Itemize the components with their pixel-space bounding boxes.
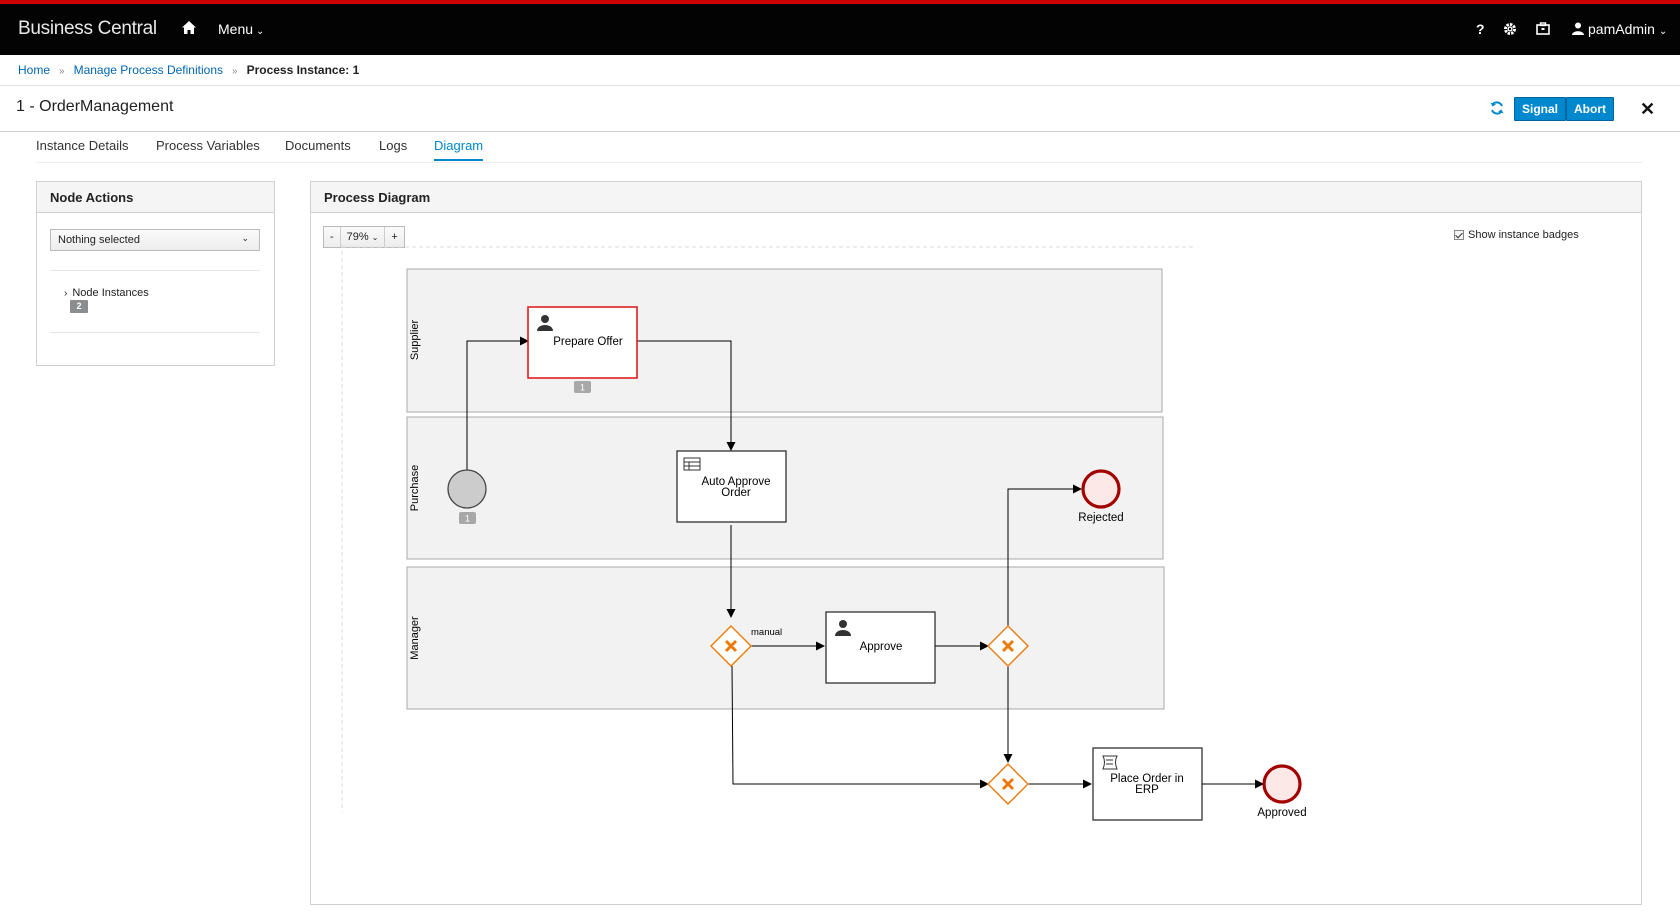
end-event-approved[interactable]: Approved: [1257, 764, 1307, 819]
task-approve[interactable]: Approve: [825, 611, 936, 684]
node-actions-title: Node Actions: [37, 182, 274, 213]
node-actions-panel: Node Actions Nothing selected ⌄ › Node In…: [36, 181, 275, 366]
node-instances-toggle[interactable]: › Node Instances: [64, 287, 149, 299]
task-prepare-offer-label: Prepare Offer: [553, 336, 623, 348]
page-title: 1 - OrderManagement: [16, 98, 174, 115]
end-event-rejected-label: Rejected: [1078, 512, 1123, 524]
close-icon[interactable]: ✕: [1640, 99, 1655, 120]
task-place-order-label-line2: ERP: [1135, 784, 1159, 796]
chevron-down-icon: ⌄: [256, 26, 265, 37]
lane-supplier-label: Supplier: [409, 319, 421, 360]
exclusive-gateway-merge[interactable]: [987, 763, 1029, 805]
end-event-rejected[interactable]: Rejected: [1078, 469, 1124, 524]
end-event-approved-label: Approved: [1257, 807, 1306, 819]
chevron-down-icon: ⌄: [1658, 26, 1668, 37]
signal-button[interactable]: Signal: [1514, 97, 1567, 121]
tab-diagram[interactable]: Diagram: [434, 138, 484, 161]
menu-label: Menu: [218, 21, 254, 37]
tab-instance-details[interactable]: Instance Details: [36, 138, 129, 159]
task-prepare-offer[interactable]: Prepare Offer: [527, 306, 638, 379]
divider: [50, 332, 260, 333]
node-select-dropdown[interactable]: Nothing selected ⌄: [50, 229, 260, 251]
task-auto-approve-label-line2: Order: [721, 487, 751, 499]
process-diagram-panel: Process Diagram - 79% ⌄ + Show instance b…: [310, 181, 1642, 905]
lane-manager[interactable]: Manager: [406, 566, 1165, 710]
breadcrumb-separator-icon: »: [232, 66, 238, 77]
prepare-offer-badge-count: 1: [580, 383, 585, 393]
breadcrumb-home[interactable]: Home: [18, 63, 50, 77]
task-place-order-in-erp[interactable]: Place Order in ERP: [1092, 747, 1203, 821]
divider: [50, 270, 260, 271]
start-badge-count: 1: [465, 514, 470, 524]
breadcrumb-separator-icon: »: [59, 66, 65, 77]
help-button[interactable]: ?: [1476, 21, 1485, 37]
divider: [36, 162, 1642, 163]
brand-title[interactable]: Business Central: [18, 18, 157, 40]
start-event[interactable]: [447, 469, 487, 509]
tab-logs[interactable]: Logs: [379, 138, 407, 159]
lane-purchase-label: Purchase: [409, 465, 421, 511]
menu-dropdown[interactable]: Menu ⌄: [218, 21, 264, 37]
chevron-down-icon: ⌄: [241, 233, 249, 243]
breadcrumb: Home » Manage Process Definitions » Process …: [18, 63, 359, 77]
bpmn-canvas: Supplier Purchase Manager manual 1 Prepa…: [341, 244, 1307, 821]
home-icon[interactable]: [181, 20, 199, 38]
abort-button[interactable]: Abort: [1566, 97, 1614, 121]
node-instances-count-badge: 2: [70, 300, 88, 313]
breadcrumb-definitions[interactable]: Manage Process Definitions: [74, 63, 223, 77]
breadcrumb-current: Process Instance: 1: [246, 63, 360, 77]
user-menu[interactable]: pamAdmin ⌄: [1572, 21, 1667, 37]
node-select-value: Nothing selected: [58, 234, 140, 246]
lane-manager-label: Manager: [409, 616, 421, 660]
top-navbar: Business Central Menu ⌄ ? pamAdmin ⌄: [0, 0, 1680, 55]
edge-label-manual: manual: [751, 627, 782, 638]
node-instances-label: Node Instances: [72, 287, 149, 299]
briefcase-icon[interactable]: [1536, 22, 1550, 38]
tab-process-variables[interactable]: Process Variables: [156, 138, 260, 159]
username: pamAdmin: [1588, 21, 1655, 37]
chevron-right-icon: ›: [64, 288, 68, 299]
divider: [0, 85, 1680, 86]
task-approve-label: Approve: [860, 641, 903, 653]
gear-icon[interactable]: [1503, 22, 1517, 39]
user-icon: [1572, 22, 1584, 35]
refresh-icon[interactable]: [1489, 100, 1505, 116]
task-auto-approve-order[interactable]: Auto Approve Order: [676, 450, 787, 523]
divider: [0, 131, 1680, 132]
tab-documents[interactable]: Documents: [285, 138, 351, 159]
